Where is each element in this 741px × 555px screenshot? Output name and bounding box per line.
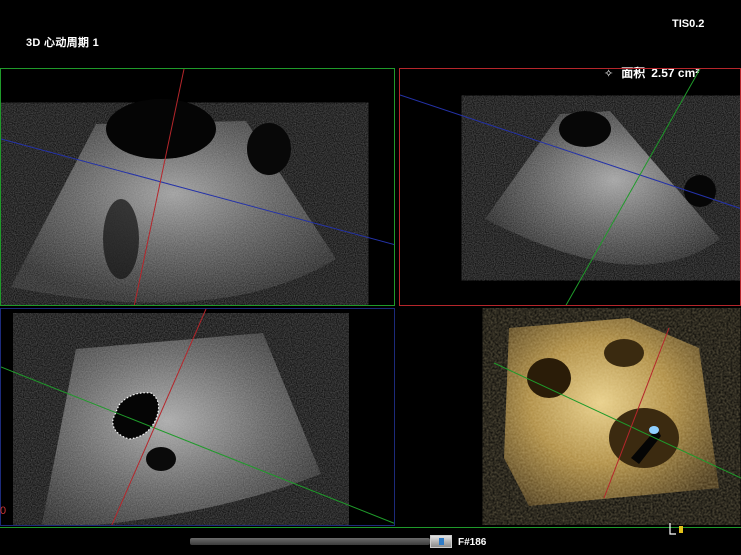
- plane-b-image: [400, 69, 740, 305]
- tis-index: TIS0.2: [672, 18, 705, 30]
- plane-a-view[interactable]: [0, 68, 395, 306]
- volume-render-view[interactable]: [399, 308, 741, 526]
- cine-loop-title: 3D 心动周期 1: [26, 37, 99, 49]
- footer-divider: [0, 527, 741, 528]
- plane-c-image: [1, 309, 394, 525]
- volume-render-image: [493, 318, 741, 506]
- cine-progress-handle[interactable]: [430, 535, 452, 548]
- cine-progress-bar[interactable]: [190, 538, 430, 545]
- plane-b-view[interactable]: [399, 68, 741, 306]
- orientation-icon: [669, 523, 683, 535]
- plane-a-image: [1, 69, 394, 305]
- side-marker: 0: [0, 505, 7, 517]
- frame-number: F#186: [458, 537, 487, 548]
- plane-c-view[interactable]: [0, 308, 395, 526]
- handle-marker: [439, 538, 444, 545]
